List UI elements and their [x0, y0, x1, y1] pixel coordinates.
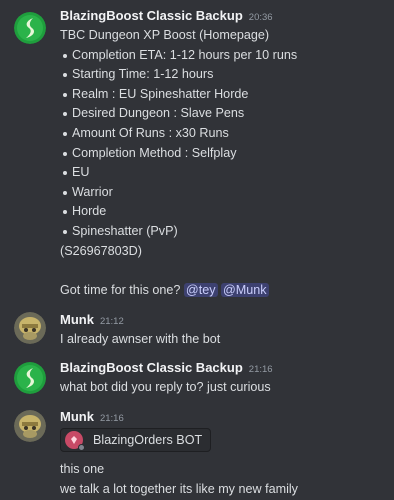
bot-reply-reference[interactable]: BlazingOrders BOT	[60, 428, 212, 452]
list-item: Realm : EU Spineshatter Horde	[60, 85, 386, 105]
mention-tey[interactable]: @tey	[183, 282, 218, 297]
username[interactable]: Munk	[60, 312, 94, 327]
message-text: I already awnser with the bot	[60, 332, 221, 346]
blazingorders-bot-icon	[65, 431, 85, 451]
timestamp: 21:16	[248, 364, 273, 375]
timestamp: 21:16	[99, 413, 124, 424]
mention-munk[interactable]: @Munk	[221, 282, 269, 297]
username[interactable]: Munk	[60, 409, 94, 424]
list-item: Horde	[60, 202, 386, 222]
list-item: Spineshatter (PvP)	[60, 222, 386, 242]
timestamp: 21:12	[99, 316, 124, 327]
username[interactable]: BlazingBoost Classic Backup	[60, 8, 243, 23]
embed-title: TBC Dungeon XP Boost (Homepage)	[60, 28, 270, 42]
list-item: Desired Dungeon : Slave Pens	[60, 104, 386, 124]
list-item: Starting Time: 1-12 hours	[60, 65, 386, 85]
order-id: (S26967803D)	[60, 243, 142, 258]
message-text: this one	[60, 462, 105, 476]
chat-message-list: BlazingBoost Classic Backup 20:36 TBC Du…	[0, 0, 394, 500]
timestamp: 20:36	[248, 12, 273, 23]
list-item: Amount Of Runs : x30 Runs	[60, 124, 386, 144]
blazingboost-logo-icon[interactable]	[14, 12, 46, 44]
message-text: we talk a lot together its like my new f…	[60, 481, 298, 496]
username[interactable]: BlazingBoost Classic Backup	[60, 360, 243, 375]
list-item: Completion ETA: 1-12 hours per 10 runs	[60, 46, 386, 66]
list-item: Completion Method : Selfplay	[60, 144, 386, 164]
question-text: Got time for this one?	[60, 282, 181, 297]
bot-name: BlazingOrders BOT	[93, 433, 203, 447]
order-details-list: Completion ETA: 1-12 hours per 10 runs S…	[60, 46, 386, 242]
status-dot	[78, 444, 85, 451]
list-item: Warrior	[60, 183, 386, 203]
question-line: Got time for this one? @tey @Munk	[60, 281, 386, 301]
tauren-helmet-avatar-icon[interactable]	[14, 312, 46, 344]
tauren-helmet-avatar-icon[interactable]	[14, 410, 46, 442]
list-item: EU	[60, 163, 386, 183]
message-text: what bot did you reply to? just curious	[60, 380, 271, 394]
blazingboost-logo-icon[interactable]	[14, 362, 46, 394]
